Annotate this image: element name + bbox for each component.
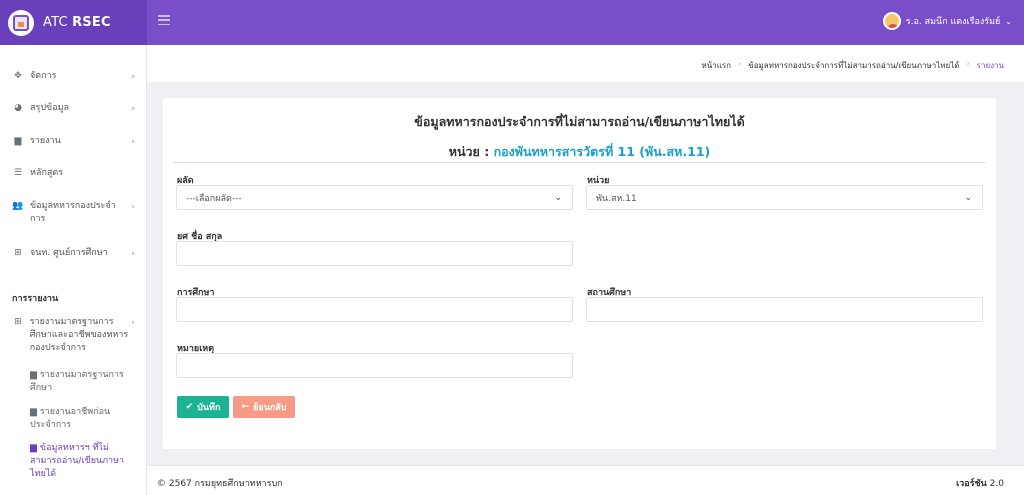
batch-select-value: ---เลือกผลัด--- <box>186 193 242 204</box>
sidebar-item-staff[interactable]: ⊞ จนท. ศูนย์การศึกษา › <box>0 247 146 260</box>
avatar <box>882 12 901 30</box>
breadcrumb-bar: หน้าแรก › ข้อมูลทหารกองประจำการที่ไม่สาม… <box>147 45 1024 82</box>
version-number: 2.0 <box>989 479 1004 489</box>
users-icon: 👥 <box>12 200 24 211</box>
breadcrumb-section[interactable]: ข้อมูลทหารกองประจำการที่ไม่สามารถอ่าน/เข… <box>748 59 959 72</box>
divider <box>173 162 986 163</box>
back-button-label: ย้อนกลับ <box>253 403 287 413</box>
sidebar-item-courses[interactable]: ☰ หลักสูตร <box>0 167 146 180</box>
user-menu[interactable]: ร.อ. สมนึก แตงเรืองรัมย์ ⌄ <box>882 12 1012 30</box>
sidebar-item-manage[interactable]: ✥ จัดการ › <box>0 70 146 83</box>
unit-select[interactable]: พัน.สห.11 ⌄ <box>586 185 983 210</box>
sidebar-item-summary[interactable]: ◕ สรุปข้อมูล › <box>0 102 146 115</box>
bar-chart-icon: ▆ <box>30 370 37 380</box>
breadcrumb: หน้าแรก › ข้อมูลทหารกองประจำการที่ไม่สาม… <box>701 59 1004 72</box>
grid-icon: ⊞ <box>14 316 22 327</box>
copyright: © 2567 กรมยุทธศึกษาทหารบก <box>157 479 283 489</box>
remark-input[interactable] <box>176 353 573 378</box>
chevron-right-icon: › <box>131 137 135 147</box>
top-navbar: ATC RSEC ร.อ. สมนึก แตงเรืองรัมย์ ⌄ <box>0 0 1024 45</box>
bar-chart-icon: ▆ <box>14 135 22 146</box>
breadcrumb-separator: › <box>966 59 970 68</box>
breadcrumb-separator: › <box>738 59 742 68</box>
pie-chart-icon: ◕ <box>14 102 22 113</box>
breadcrumb-current: รายงาน <box>976 61 1004 70</box>
sidebar-item-label: ข้อมูลทหารกองประจำการ <box>30 201 116 224</box>
sidebar-item-label: หลักสูตร <box>30 168 64 178</box>
chevron-right-icon: › <box>131 249 135 259</box>
sidebar: ✥ จัดการ › ◕ สรุปข้อมูล › ▆ รายงาน › ☰ ห… <box>0 45 147 495</box>
education-input[interactable] <box>176 297 573 322</box>
save-button-label: บันทึก <box>197 403 221 413</box>
sidebar-subitem-illiterate[interactable]: ▆ ข้อมูลทหารฯ ที่ไม่สามารถอ่าน/เขียนภาษาไ… <box>30 442 130 481</box>
footer: © 2567 กรมยุทธศึกษาทหารบก เวอร์ชัน 2.0 <box>147 465 1024 495</box>
unit-heading: หน่วย : กองพันทหารสารวัตรที่ 11 (พัน.สห.… <box>163 142 996 162</box>
brand-name-prefix: ATC <box>43 15 68 30</box>
sidebar-item-label: รายงาน <box>30 136 61 146</box>
unit-heading-name: กองพันทหารสารวัตรที่ 11 (พัน.สห.11) <box>493 144 711 159</box>
version: เวอร์ชัน 2.0 <box>956 476 1004 490</box>
brand-name-bold: RSEC <box>72 15 111 30</box>
breadcrumb-home[interactable]: หน้าแรก <box>701 59 731 72</box>
list-icon: ☰ <box>13 167 23 178</box>
arrow-left-icon: ← <box>241 402 250 412</box>
save-button[interactable]: ✔ บันทึก <box>177 396 229 418</box>
page-title: ข้อมูลทหารกองประจำการที่ไม่สามารถอ่าน/เข… <box>414 114 745 129</box>
sidebar-section-title: การรายงาน <box>12 294 59 304</box>
back-button[interactable]: ← ย้อนกลับ <box>233 396 295 418</box>
user-name: ร.อ. สมนึก แตงเรืองรัมย์ <box>905 17 1001 27</box>
app-logo <box>8 9 34 36</box>
sidebar-item-label: จัดการ <box>30 71 57 81</box>
sidebar-item-report[interactable]: ▆ รายงาน › <box>0 135 146 148</box>
chevron-down-icon: ⌄ <box>964 193 972 203</box>
chevron-down-icon: ⌄ <box>554 193 562 203</box>
chevron-right-icon: › <box>131 104 135 114</box>
chevron-right-icon: › <box>131 318 135 328</box>
menu-toggle-icon[interactable] <box>158 15 170 25</box>
check-icon: ✔ <box>185 402 194 412</box>
move-icon: ✥ <box>14 70 22 81</box>
batch-select[interactable]: ---เลือกผลัด--- ⌄ <box>176 185 573 210</box>
school-input[interactable] <box>586 297 983 322</box>
name-input[interactable] <box>176 241 573 266</box>
sidebar-subitem-education-report[interactable]: ▆ รายงานมาตรฐานการศึกษา <box>30 369 130 395</box>
sidebar-item-label: จนท. ศูนย์การศึกษา <box>30 248 108 258</box>
grid-icon: ⊞ <box>14 247 22 258</box>
brand[interactable]: ATC RSEC <box>0 0 147 45</box>
chevron-down-icon: ⌄ <box>1005 16 1012 26</box>
unit-heading-prefix: หน่วย : <box>448 144 494 159</box>
sidebar-item-report-standard[interactable]: ⊞ รายงานมาตรฐานการศึกษาและอาชีพของทหารกอ… <box>0 316 146 355</box>
sidebar-subitem-occupation-report[interactable]: ▆ รายงานอาชีพก่อนประจำการ <box>30 406 130 432</box>
sidebar-item-label: สรุปข้อมูล <box>30 103 70 113</box>
bar-chart-icon: ▆ <box>30 443 37 453</box>
form-card: ข้อมูลทหารกองประจำการที่ไม่สามารถอ่าน/เข… <box>163 98 996 449</box>
sidebar-item-soldiers[interactable]: 👥 ข้อมูลทหารกองประจำการ › <box>0 200 146 226</box>
sidebar-subitem-label: รายงานมาตรฐานการศึกษา <box>30 370 124 393</box>
sidebar-subitem-label: ข้อมูลทหารฯ ที่ไม่สามารถอ่าน/เขียนภาษาไท… <box>30 443 125 479</box>
sidebar-subitem-label: รายงานอาชีพก่อนประจำการ <box>30 407 111 430</box>
unit-select-value: พัน.สห.11 <box>596 193 637 204</box>
chevron-right-icon: › <box>131 202 135 212</box>
version-label: เวอร์ชัน <box>956 479 987 489</box>
brand-name: ATC RSEC <box>43 15 111 30</box>
bar-chart-icon: ▆ <box>30 407 37 417</box>
chevron-right-icon: › <box>131 72 135 82</box>
sidebar-item-label: รายงานมาตรฐานการศึกษาและอาชีพของทหารกองป… <box>29 317 129 353</box>
